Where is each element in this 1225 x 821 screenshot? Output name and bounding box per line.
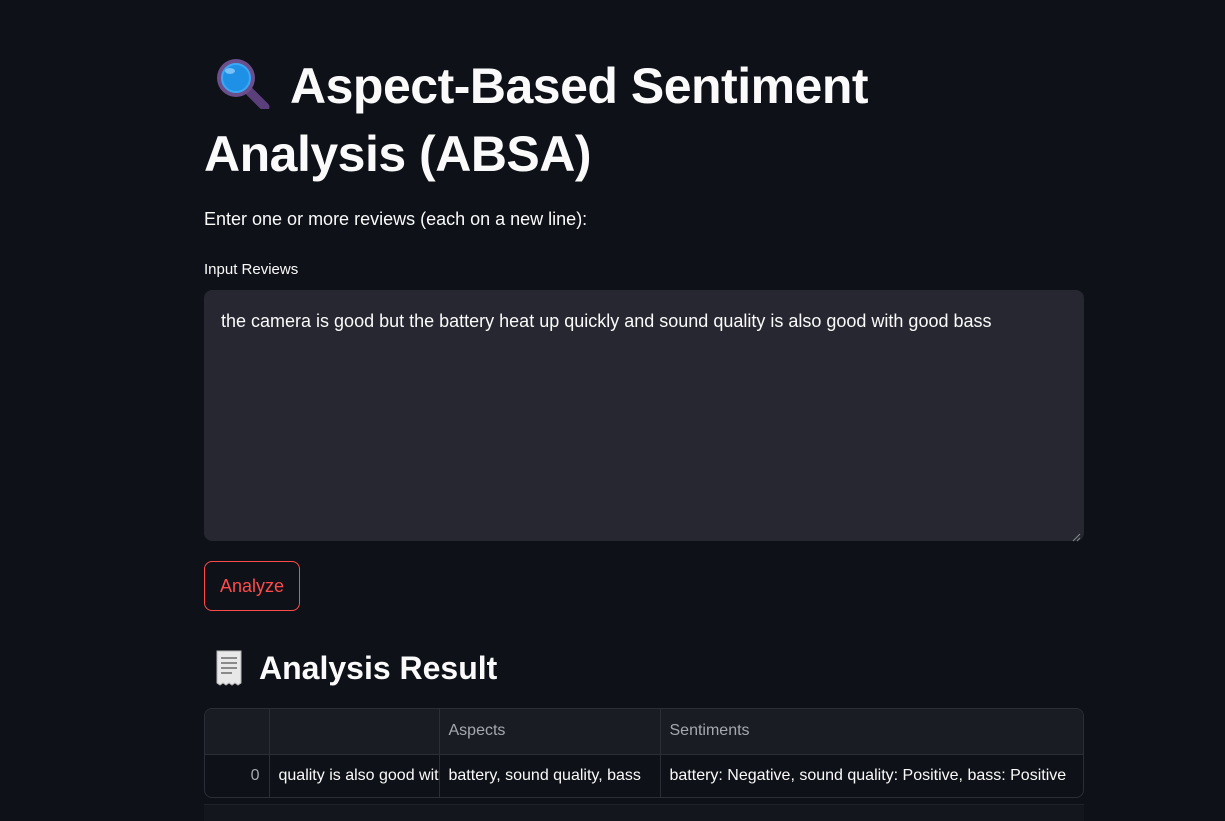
review-cell[interactable]: quality is also good wit (269, 754, 440, 797)
column-header-sentiments[interactable]: Sentiments (660, 709, 1083, 755)
results-table[interactable]: Aspects Sentiments 0 quality is also goo… (204, 708, 1084, 798)
page-title: Aspect-Based Sentiment Analysis (ABSA) (204, 52, 924, 188)
column-header-review[interactable] (269, 709, 440, 755)
input-reviews-textarea[interactable]: the camera is good but the battery heat … (204, 290, 1084, 541)
next-element-edge (204, 804, 1084, 821)
instructions-text: Enter one or more reviews (each on a new… (204, 209, 588, 229)
table-row: 0 quality is also good wit battery, soun… (205, 754, 1083, 797)
column-header-index[interactable] (205, 709, 270, 755)
analyze-button[interactable]: Analyze (204, 561, 300, 611)
resize-handle-icon[interactable] (1072, 529, 1081, 542)
magnifying-glass-icon (212, 57, 274, 112)
row-index-cell[interactable]: 0 (205, 754, 270, 797)
aspects-cell[interactable]: battery, sound quality, bass (439, 754, 661, 797)
column-header-aspects[interactable]: Aspects (439, 709, 661, 755)
main-content: Aspect-Based Sentiment Analysis (ABSA) E… (204, 0, 1084, 821)
receipt-icon (214, 649, 244, 687)
analysis-result-heading: Analysis Result (204, 646, 497, 690)
table-header-row: Aspects Sentiments (205, 709, 1083, 755)
sentiments-cell[interactable]: battery: Negative, sound quality: Positi… (660, 754, 1083, 797)
page-title-text: Aspect-Based Sentiment Analysis (ABSA) (204, 58, 869, 182)
analysis-result-title: Analysis Result (259, 650, 498, 686)
input-reviews-label: Input Reviews (204, 261, 299, 278)
